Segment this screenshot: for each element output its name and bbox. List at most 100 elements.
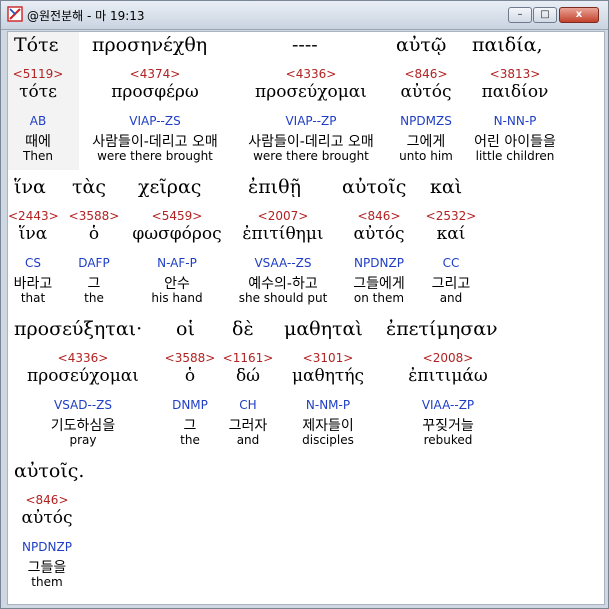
lemma: αὐτός	[353, 224, 405, 244]
greek-word: προσηνέχθη	[92, 34, 208, 56]
strong-number: <3588>	[164, 351, 216, 365]
strong-number: <2007>	[257, 209, 309, 223]
parse-code: NPDNZP	[22, 540, 72, 554]
english-gloss: unto him	[399, 149, 453, 163]
korean-gloss: 사람들이-데리고 오매	[92, 134, 218, 150]
lemma: ἐπιτιμάω	[408, 366, 488, 386]
korean-gloss: 기도하심을	[50, 418, 116, 434]
parse-code: DNMP	[172, 398, 208, 412]
app-logo-icon	[7, 6, 23, 22]
korean-gloss: 그리고	[431, 276, 471, 292]
strong-number: <846>	[404, 67, 448, 81]
lemma: προσεύχομαι	[255, 82, 367, 102]
greek-word: Τότε	[14, 34, 59, 56]
verse-row-1: Τότε <5119> τότε AB 때에 Then προσηνέχθη <…	[8, 32, 604, 174]
strong-number: <5119>	[12, 67, 64, 81]
greek-word: δὲ	[232, 318, 254, 340]
korean-gloss: 꾸짖거늘	[422, 418, 474, 434]
parse-code: VIAA--ZP	[421, 398, 475, 412]
greek-word: αὐτοῖς	[342, 176, 407, 198]
parse-code: VIAP--ZP	[285, 114, 337, 128]
korean-gloss: 그	[87, 276, 101, 292]
title-bar[interactable]: @원전분해 - 마 19:13 – □ x	[1, 1, 608, 30]
korean-gloss: 바라고	[13, 276, 53, 292]
lemma: προσφέρω	[111, 82, 199, 102]
strong-number: <3101>	[302, 351, 354, 365]
verse-row-4: αὐτοῖς. <846> αὐτός NPDNZP 그들을 them	[8, 458, 604, 600]
greek-word: ἐπιθῇ	[248, 176, 301, 198]
greek-word: ἐπετίμησαν	[386, 318, 498, 340]
greek-word: χεῖρας	[138, 176, 202, 198]
lemma: ἐπιτίθημι	[242, 224, 324, 244]
korean-gloss: 그에게	[406, 134, 446, 150]
parse-code: NPDMZS	[400, 114, 452, 128]
lemma: αὐτός	[21, 508, 73, 528]
korean-gloss: 어린 아이들을	[474, 134, 556, 150]
parse-code: AB	[29, 114, 47, 128]
parse-code: CH	[239, 398, 257, 412]
close-button[interactable]: x	[559, 7, 599, 23]
korean-gloss: 그들에게	[353, 276, 405, 292]
korean-gloss: 안수	[164, 276, 190, 292]
greek-word: αὐτῷ	[396, 34, 447, 56]
english-gloss: were there brought	[253, 149, 369, 163]
english-gloss: disciples	[302, 433, 354, 447]
korean-gloss: 때에	[25, 134, 51, 150]
strong-number: <1161>	[222, 351, 274, 365]
english-gloss: the	[180, 433, 200, 447]
parse-code: DAFP	[78, 256, 110, 270]
strong-number: <2443>	[8, 209, 59, 223]
greek-word: καὶ	[430, 176, 463, 198]
english-gloss: Then	[23, 149, 53, 163]
english-gloss: rebuked	[423, 433, 473, 447]
lemma: τότε	[19, 82, 57, 102]
parse-code: CC	[442, 256, 460, 270]
korean-gloss: 제자들이	[302, 418, 354, 434]
lemma: παιδίον	[481, 82, 549, 102]
maximize-icon: □	[540, 9, 550, 20]
lemma: ὁ	[184, 366, 196, 386]
parse-code: VSAA--ZS	[254, 256, 312, 270]
lemma: ὁ	[88, 224, 100, 244]
parse-code: CS	[25, 256, 41, 270]
window-title: @원전분해 - 마 19:13	[27, 9, 145, 23]
lemma: φωσφόρος	[132, 224, 222, 244]
minimize-button[interactable]: –	[508, 7, 532, 23]
parse-code: N-NN-P	[493, 114, 537, 128]
lemma: μαθητής	[291, 366, 365, 386]
greek-word: οἱ	[176, 318, 195, 340]
strong-number: <4336>	[57, 351, 109, 365]
parse-code: VIAP--ZS	[129, 114, 181, 128]
app-window: @원전분해 - 마 19:13 – □ x Τότε <5119> τότε A…	[0, 0, 609, 609]
english-gloss: his hand	[151, 291, 203, 305]
parse-code: N-NM-P	[305, 398, 351, 412]
english-gloss: that	[20, 291, 46, 305]
maximize-button[interactable]: □	[533, 7, 557, 23]
english-gloss: she should put	[238, 291, 328, 305]
korean-gloss: 예수의-하고	[248, 276, 318, 292]
greek-word: προσεύξηται·	[14, 318, 143, 340]
english-gloss: and	[439, 291, 463, 305]
korean-gloss: 그	[183, 418, 197, 434]
verse-row-2: ἵνα <2443> ἵνα CS 바라고 that τὰς <3588> ὁ …	[8, 174, 604, 316]
close-icon: x	[575, 9, 583, 20]
english-gloss: them	[31, 575, 63, 589]
lemma: καί	[436, 224, 466, 244]
english-gloss: on them	[353, 291, 405, 305]
lemma: δώ	[235, 366, 261, 386]
korean-gloss: 그들을	[27, 560, 67, 576]
korean-gloss: 그러자	[228, 418, 268, 434]
greek-word: μαθηταὶ	[284, 318, 363, 340]
english-gloss: pray	[69, 433, 97, 447]
greek-word: παιδία,	[472, 34, 543, 56]
parse-code: VSAD--ZS	[54, 398, 112, 412]
strong-number: <2008>	[422, 351, 474, 365]
verse-row-3: προσεύξηται· <4336> προσεύχομαι VSAD--ZS…	[8, 316, 604, 458]
strong-number: <5459>	[151, 209, 203, 223]
lemma: προσεύχομαι	[27, 366, 139, 386]
korean-gloss: 사람들이-데리고 오매	[248, 134, 374, 150]
strong-number: <3588>	[68, 209, 120, 223]
strong-number: <2532>	[425, 209, 477, 223]
parse-code: N-AF-P	[157, 256, 197, 270]
parsing-panel[interactable]: Τότε <5119> τότε AB 때에 Then προσηνέχθη <…	[7, 31, 605, 605]
